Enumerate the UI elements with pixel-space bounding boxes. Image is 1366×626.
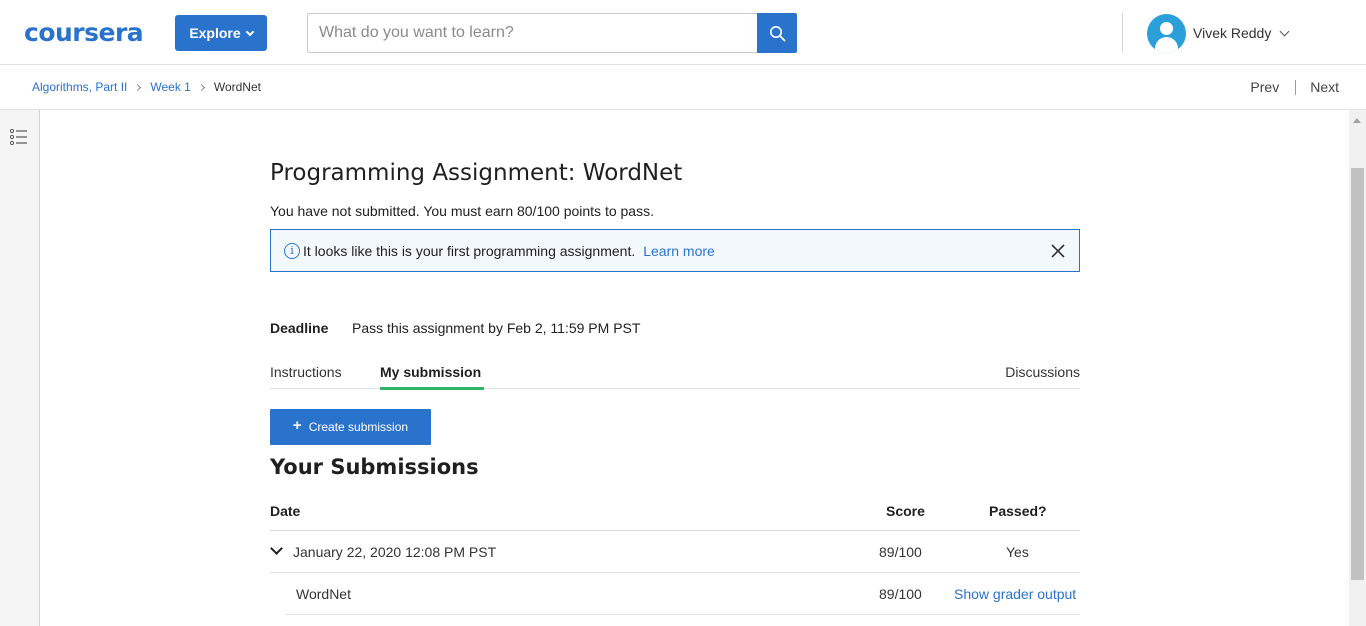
learn-more-link[interactable]: Learn more bbox=[643, 243, 715, 259]
chevron-right-icon bbox=[134, 83, 142, 91]
deadline-row: Deadline Pass this assignment by Feb 2, … bbox=[270, 320, 640, 336]
search-button[interactable] bbox=[757, 13, 797, 53]
nav-divider bbox=[1295, 79, 1297, 95]
user-menu[interactable]: Vivek Reddy bbox=[1147, 13, 1290, 53]
avatar bbox=[1147, 13, 1186, 53]
submissions-table: Date Score Passed? January 22, 2020 12:0… bbox=[270, 495, 1080, 615]
tab-instructions[interactable]: Instructions bbox=[270, 364, 342, 380]
scrollbar[interactable] bbox=[1349, 110, 1366, 626]
header-divider bbox=[1122, 13, 1123, 53]
user-name: Vivek Reddy bbox=[1193, 25, 1272, 41]
scrollbar-thumb[interactable] bbox=[1351, 168, 1364, 580]
deadline-value: Pass this assignment by Feb 2, 11:59 PM … bbox=[352, 320, 641, 336]
active-tab-indicator bbox=[380, 387, 484, 390]
prev-link[interactable]: Prev bbox=[1250, 79, 1279, 95]
submissions-section-title: Your Submissions bbox=[270, 455, 479, 479]
info-banner: i It looks like this is your first progr… bbox=[270, 229, 1080, 272]
scroll-up-arrow-icon[interactable] bbox=[1353, 118, 1361, 123]
part-score: 89/100 bbox=[879, 586, 922, 602]
show-grader-output-link[interactable]: Show grader output bbox=[954, 586, 1076, 602]
create-submission-label: Create submission bbox=[308, 420, 409, 434]
chevron-right-icon bbox=[197, 83, 205, 91]
create-submission-button[interactable]: + Create submission bbox=[270, 409, 431, 445]
submission-passed: Yes bbox=[1006, 544, 1029, 560]
breadcrumb-bar: Algorithms, Part II Week 1 WordNet Prev … bbox=[0, 65, 1366, 110]
breadcrumb-week[interactable]: Week 1 bbox=[150, 80, 190, 94]
breadcrumb: Algorithms, Part II Week 1 WordNet bbox=[32, 80, 261, 94]
prev-next-nav: Prev Next bbox=[1250, 79, 1339, 95]
table-subrow: WordNet 89/100 Show grader output bbox=[286, 573, 1080, 615]
tab-discussions[interactable]: Discussions bbox=[1005, 364, 1080, 380]
list-menu-icon[interactable] bbox=[10, 129, 28, 145]
banner-text: It looks like this is your first program… bbox=[303, 242, 636, 259]
table-row[interactable]: January 22, 2020 12:08 PM PST 89/100 Yes bbox=[270, 531, 1080, 573]
chevron-down-icon bbox=[245, 27, 254, 36]
assignment-tabs: Instructions My submission Discussions bbox=[270, 357, 1080, 390]
part-name: WordNet bbox=[296, 586, 351, 602]
search-icon bbox=[769, 25, 785, 41]
column-header-date: Date bbox=[270, 503, 301, 519]
submission-score: 89/100 bbox=[879, 544, 922, 560]
explore-button[interactable]: Explore bbox=[175, 15, 267, 51]
next-link[interactable]: Next bbox=[1310, 79, 1339, 95]
submission-status-text: You have not submitted. You must earn 80… bbox=[270, 203, 654, 219]
search-input[interactable] bbox=[307, 13, 758, 53]
explore-label: Explore bbox=[189, 25, 241, 41]
submission-date: January 22, 2020 12:08 PM PST bbox=[293, 544, 497, 560]
deadline-label: Deadline bbox=[270, 320, 329, 336]
tab-my-submission[interactable]: My submission bbox=[380, 364, 481, 380]
breadcrumb-current: WordNet bbox=[213, 80, 261, 94]
column-header-passed: Passed? bbox=[989, 503, 1047, 519]
info-icon: i bbox=[284, 242, 300, 259]
breadcrumb-course[interactable]: Algorithms, Part II bbox=[32, 80, 127, 94]
top-header: coursera Explore Vivek Reddy bbox=[0, 0, 1366, 65]
page-title: Programming Assignment: WordNet bbox=[270, 160, 683, 186]
table-header: Date Score Passed? bbox=[270, 495, 1080, 531]
chevron-down-icon[interactable] bbox=[270, 542, 283, 555]
left-rail bbox=[0, 110, 40, 626]
column-header-score: Score bbox=[886, 503, 925, 519]
close-icon[interactable] bbox=[1049, 242, 1067, 260]
plus-icon: + bbox=[292, 417, 302, 434]
chevron-down-icon bbox=[1279, 26, 1290, 36]
coursera-logo[interactable]: coursera bbox=[24, 18, 144, 48]
